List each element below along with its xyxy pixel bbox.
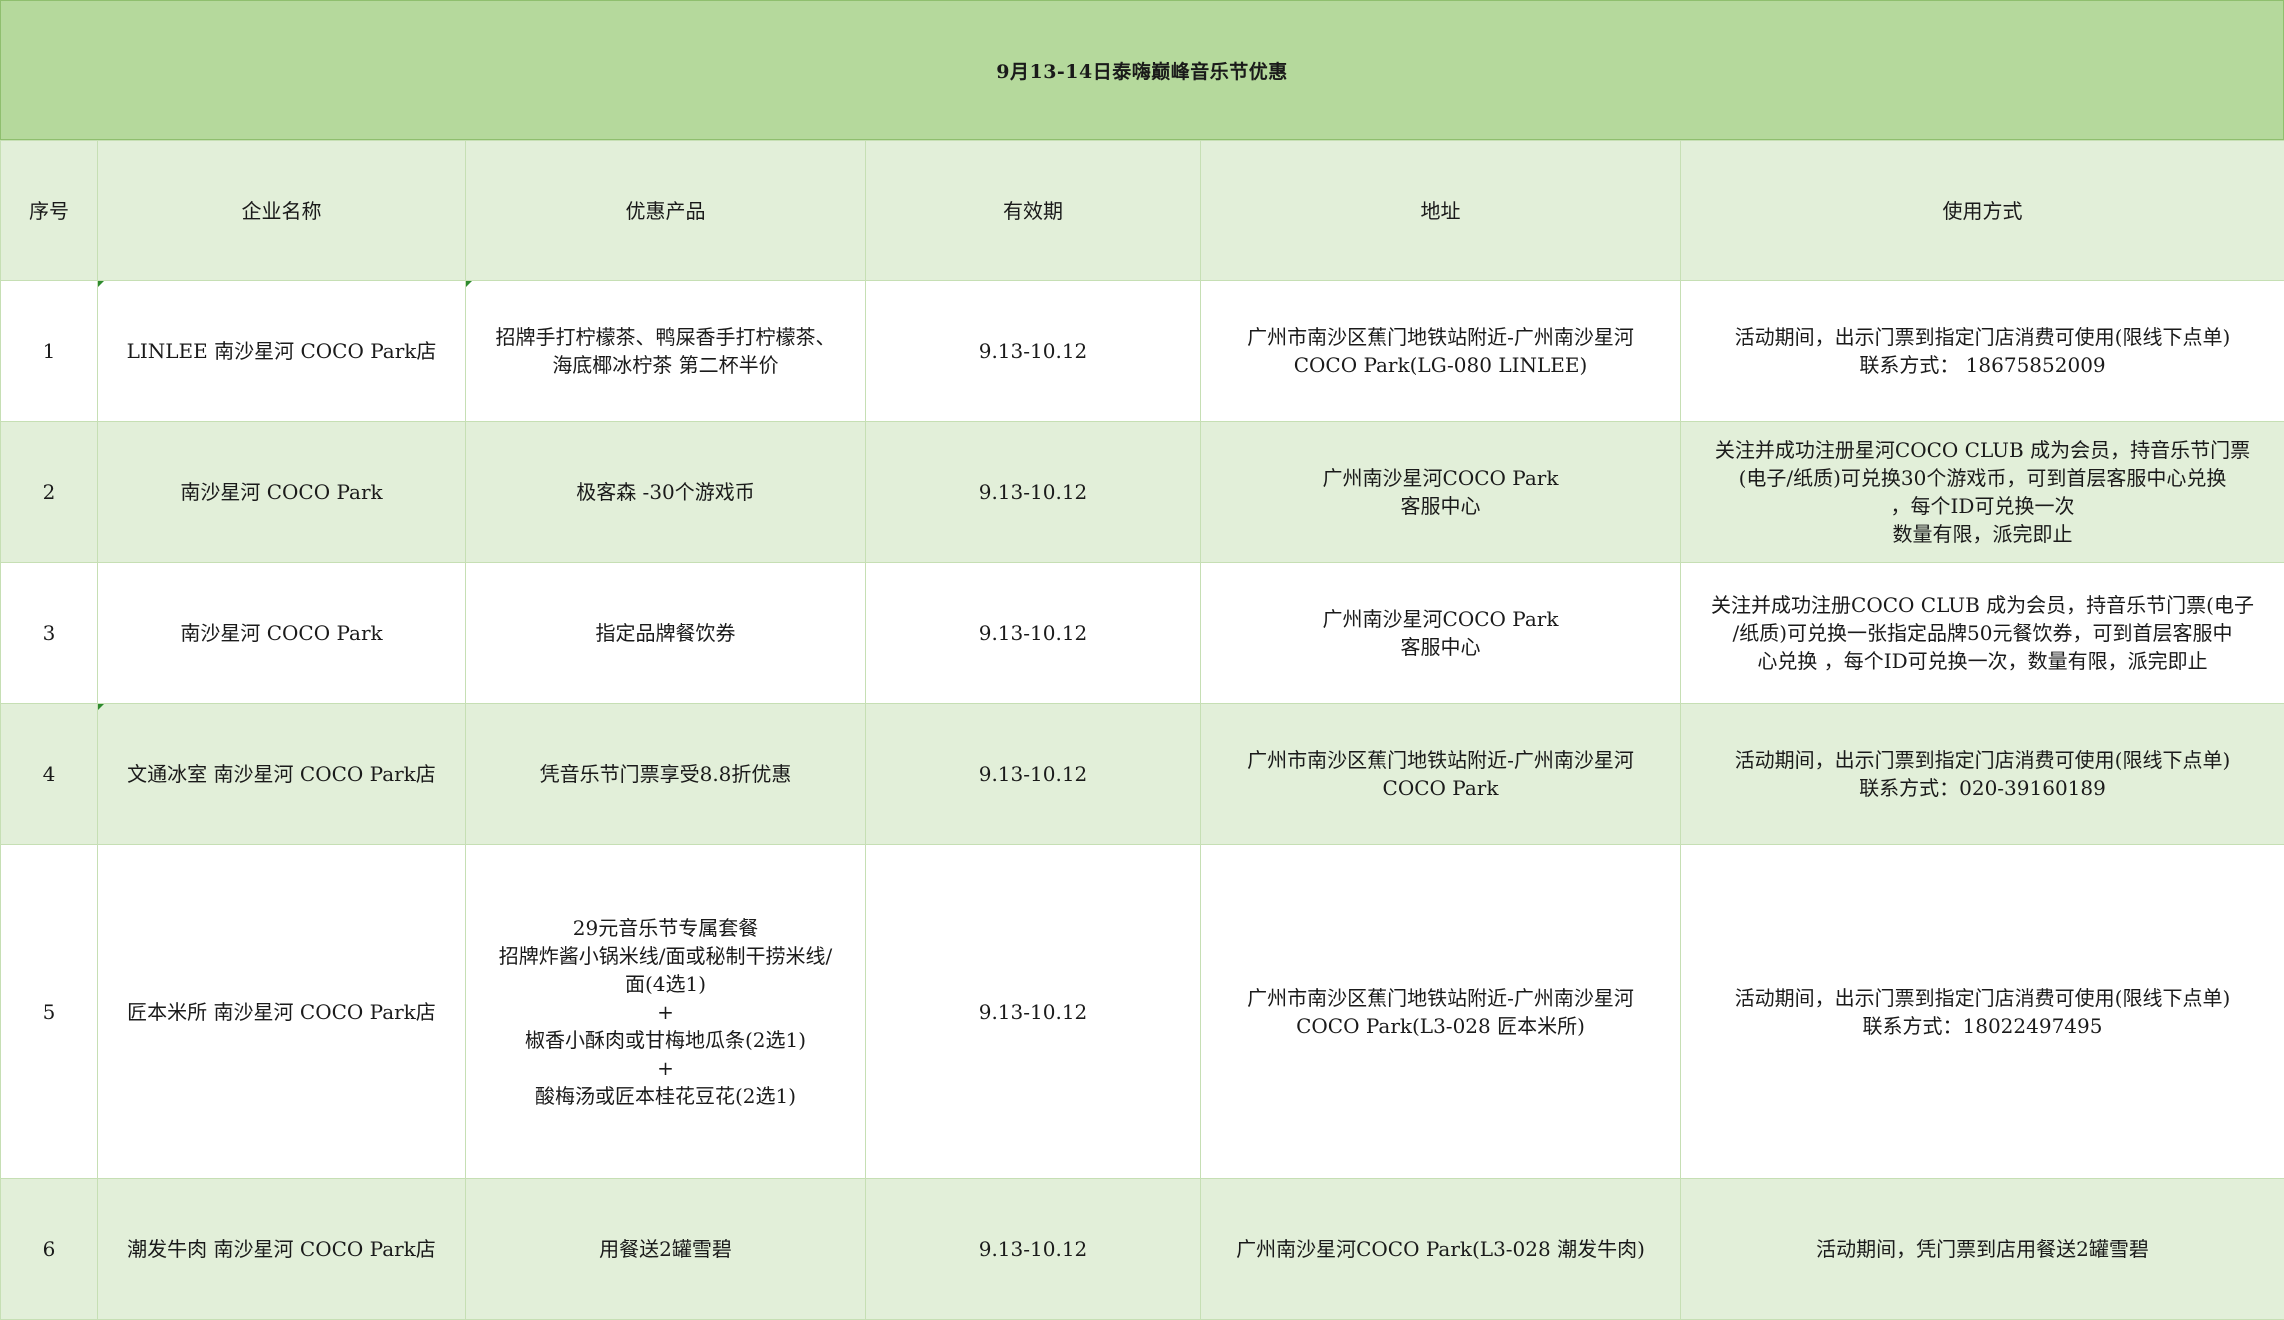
header-cell-address[interactable]: 地址 <box>1201 141 1681 281</box>
cell-product[interactable]: 招牌手打柠檬茶、鸭屎香手打柠檬茶、 海底椰冰柠茶 第二杯半价 <box>466 281 866 422</box>
cell-usage[interactable]: 关注并成功注册星河COCO CLUB 成为会员，持音乐节门票 (电子/纸质)可兑… <box>1681 422 2284 563</box>
promotions-table: 序号 企业名称 优惠产品 有效期 地址 使用方式 1 LINLEE 南沙星河 C… <box>0 140 2284 1320</box>
table-row: 2 南沙星河 COCO Park 极客森 -30个游戏币 9.13-10.12 … <box>1 422 2284 563</box>
table-row: 5 匠本米所 南沙星河 COCO Park店 29元音乐节专属套餐 招牌炸酱小锅… <box>1 845 2284 1179</box>
cell-address[interactable]: 广州市南沙区蕉门地铁站附近-广州南沙星河 COCO Park <box>1201 704 1681 845</box>
cell-address[interactable]: 广州南沙星河COCO Park(L3-028 潮发牛肉) <box>1201 1179 1681 1320</box>
cell-no[interactable]: 1 <box>1 281 98 422</box>
cell-no[interactable]: 6 <box>1 1179 98 1320</box>
cell-validity[interactable]: 9.13-10.12 <box>866 563 1201 704</box>
header-cell-usage[interactable]: 使用方式 <box>1681 141 2284 281</box>
cell-company[interactable]: 潮发牛肉 南沙星河 COCO Park店 <box>98 1179 466 1320</box>
spreadsheet: 9月13-14日泰嗨巅峰音乐节优惠 序号 企业名称 优惠产品 有效期 地址 使用… <box>0 0 2284 1315</box>
sheet-title: 9月13-14日泰嗨巅峰音乐节优惠 <box>0 0 2284 140</box>
cell-address[interactable]: 广州南沙星河COCO Park 客服中心 <box>1201 563 1681 704</box>
cell-validity[interactable]: 9.13-10.12 <box>866 422 1201 563</box>
cell-address[interactable]: 广州市南沙区蕉门地铁站附近-广州南沙星河 COCO Park(LG-080 LI… <box>1201 281 1681 422</box>
cell-no[interactable]: 3 <box>1 563 98 704</box>
cell-no[interactable]: 2 <box>1 422 98 563</box>
cell-validity[interactable]: 9.13-10.12 <box>866 704 1201 845</box>
cell-usage[interactable]: 活动期间，出示门票到指定门店消费可使用(限线下点单) 联系方式：18022497… <box>1681 845 2284 1179</box>
cell-company[interactable]: 南沙星河 COCO Park <box>98 563 466 704</box>
cell-address[interactable]: 广州市南沙区蕉门地铁站附近-广州南沙星河 COCO Park(L3-028 匠本… <box>1201 845 1681 1179</box>
cell-usage[interactable]: 活动期间，出示门票到指定门店消费可使用(限线下点单) 联系方式： 1867585… <box>1681 281 2284 422</box>
cell-validity[interactable]: 9.13-10.12 <box>866 845 1201 1179</box>
table-row: 4 文通冰室 南沙星河 COCO Park店 凭音乐节门票享受8.8折优惠 9.… <box>1 704 2284 845</box>
table-row: 6 潮发牛肉 南沙星河 COCO Park店 用餐送2罐雪碧 9.13-10.1… <box>1 1179 2284 1320</box>
header-cell-validity[interactable]: 有效期 <box>866 141 1201 281</box>
cell-usage[interactable]: 活动期间，出示门票到指定门店消费可使用(限线下点单) 联系方式：020-3916… <box>1681 704 2284 845</box>
cell-validity[interactable]: 9.13-10.12 <box>866 1179 1201 1320</box>
header-cell-no[interactable]: 序号 <box>1 141 98 281</box>
cell-usage[interactable]: 活动期间，凭门票到店用餐送2罐雪碧 <box>1681 1179 2284 1320</box>
cell-product[interactable]: 凭音乐节门票享受8.8折优惠 <box>466 704 866 845</box>
table-row: 3 南沙星河 COCO Park 指定品牌餐饮券 9.13-10.12 广州南沙… <box>1 563 2284 704</box>
cell-validity[interactable]: 9.13-10.12 <box>866 281 1201 422</box>
header-cell-company[interactable]: 企业名称 <box>98 141 466 281</box>
cell-product[interactable]: 29元音乐节专属套餐 招牌炸酱小锅米线/面或秘制干捞米线/ 面(4选1) + 椒… <box>466 845 866 1179</box>
cell-no[interactable]: 4 <box>1 704 98 845</box>
table-row: 1 LINLEE 南沙星河 COCO Park店 招牌手打柠檬茶、鸭屎香手打柠檬… <box>1 281 2284 422</box>
cell-product[interactable]: 用餐送2罐雪碧 <box>466 1179 866 1320</box>
cell-usage[interactable]: 关注并成功注册COCO CLUB 成为会员，持音乐节门票(电子 /纸质)可兑换一… <box>1681 563 2284 704</box>
header-cell-product[interactable]: 优惠产品 <box>466 141 866 281</box>
cell-product[interactable]: 极客森 -30个游戏币 <box>466 422 866 563</box>
cell-company[interactable]: 南沙星河 COCO Park <box>98 422 466 563</box>
cell-company[interactable]: LINLEE 南沙星河 COCO Park店 <box>98 281 466 422</box>
cell-company[interactable]: 匠本米所 南沙星河 COCO Park店 <box>98 845 466 1179</box>
header-row: 序号 企业名称 优惠产品 有效期 地址 使用方式 <box>1 141 2284 281</box>
cell-company[interactable]: 文通冰室 南沙星河 COCO Park店 <box>98 704 466 845</box>
cell-no[interactable]: 5 <box>1 845 98 1179</box>
cell-address[interactable]: 广州南沙星河COCO Park 客服中心 <box>1201 422 1681 563</box>
cell-product[interactable]: 指定品牌餐饮券 <box>466 563 866 704</box>
